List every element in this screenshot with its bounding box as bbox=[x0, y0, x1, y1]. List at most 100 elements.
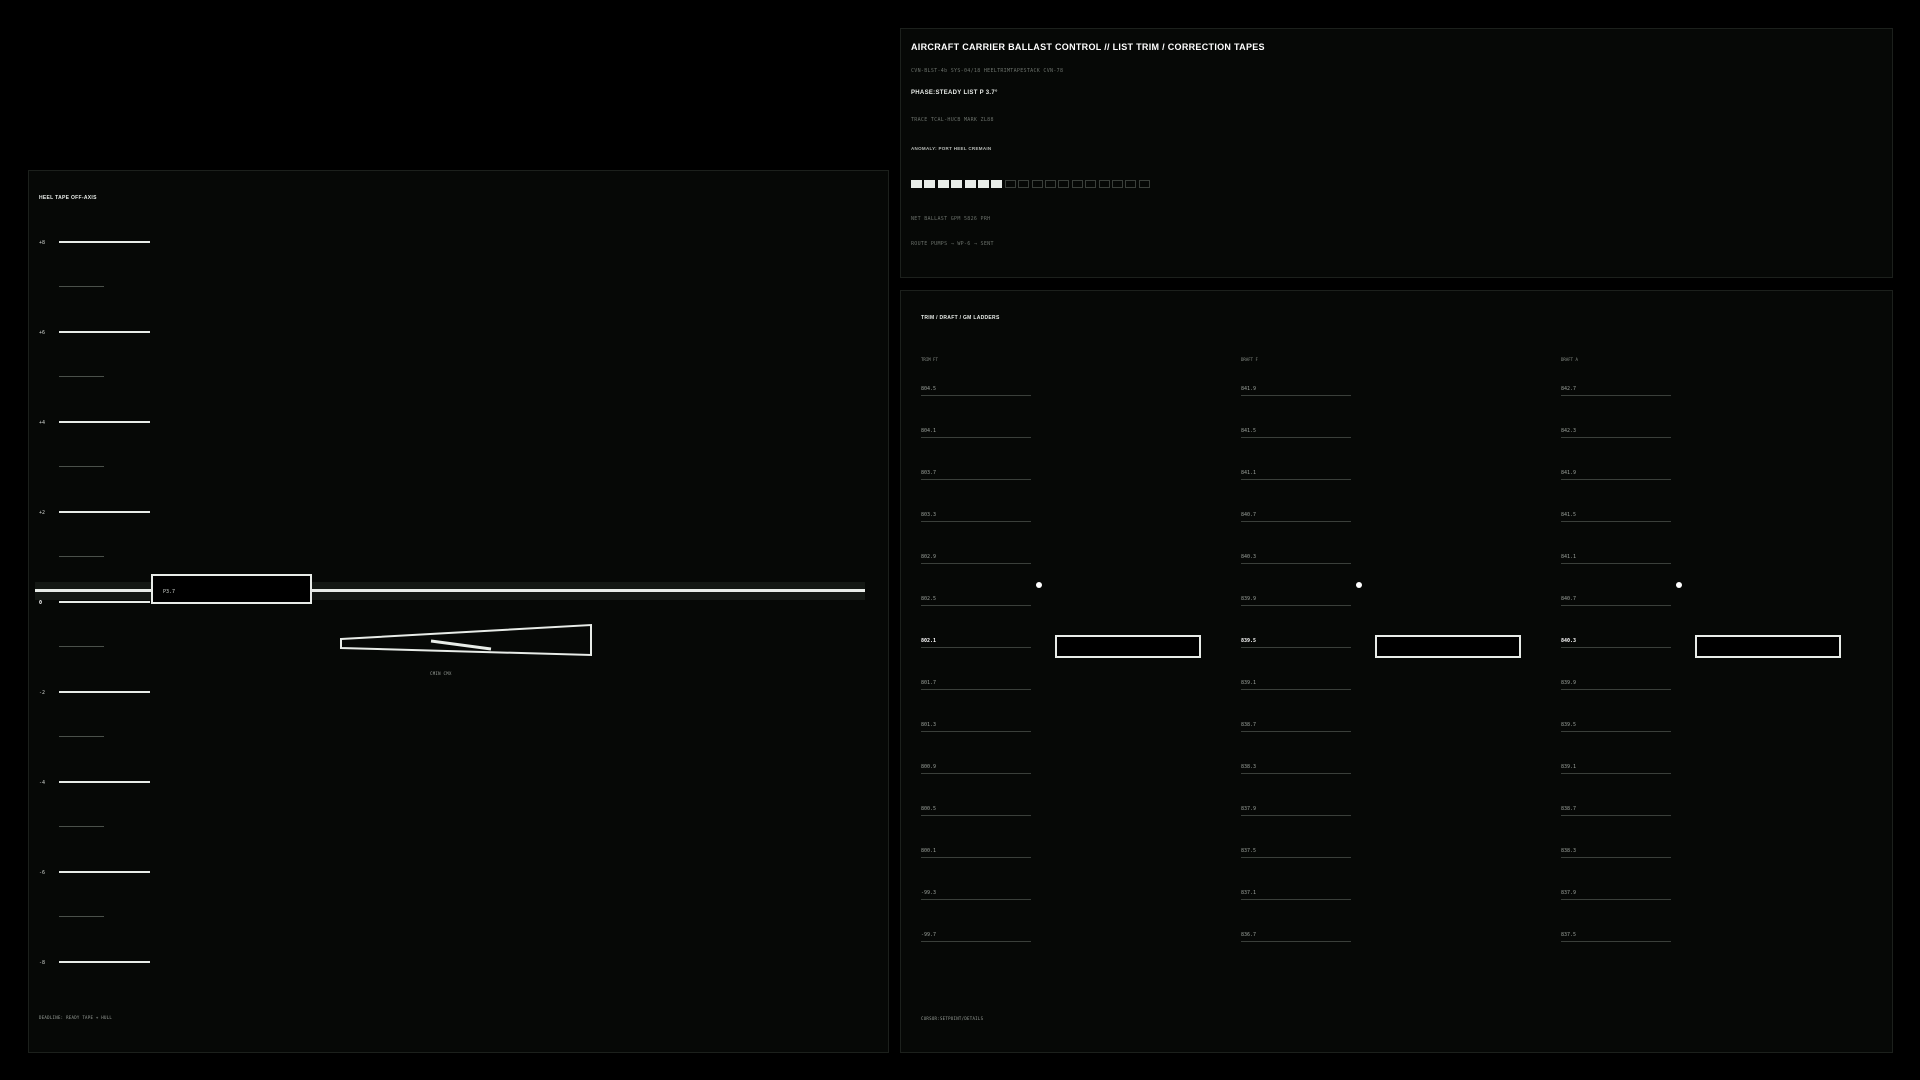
ladder-rung-value: 803.3 bbox=[921, 512, 937, 518]
heel-readout-box: P3.7 bbox=[151, 574, 312, 604]
heel-tape-panel: HEEL TAPE OFF-AXIS +8 +6 +4 +2 0 -2 -4 -6 -8 P3.… bbox=[28, 170, 889, 1053]
anomaly-segment bbox=[951, 180, 963, 188]
ladder-rung[interactable]: 839.5 bbox=[1561, 715, 1671, 732]
ladder-rung[interactable]: 840.3 bbox=[1561, 631, 1671, 648]
heel-major-tick bbox=[59, 961, 150, 963]
ladder-rung-value: 840.7 bbox=[1241, 512, 1257, 518]
ladder-rung[interactable]: -99.7 bbox=[921, 925, 1031, 942]
ladder-rung-value: 842.7 bbox=[1561, 386, 1577, 392]
ladder-rung-value: -99.7 bbox=[921, 932, 937, 938]
anomaly-segment bbox=[991, 180, 1003, 188]
heel-major-tick bbox=[59, 691, 150, 693]
ladder-rung[interactable]: 803.3 bbox=[921, 505, 1031, 522]
ladder-rung-value: 840.3 bbox=[1241, 554, 1257, 560]
anomaly-segment bbox=[1125, 180, 1137, 188]
meta-line: CVN-BLST-4b SYS-04/18 HEELTRIMTAPESTACK … bbox=[911, 68, 1064, 74]
heel-major-tick bbox=[59, 421, 150, 423]
ladder-setpoint-box[interactable] bbox=[1375, 635, 1521, 658]
anomaly-segment bbox=[1071, 180, 1083, 188]
heel-minor-tick bbox=[59, 286, 104, 287]
ladder-rung[interactable]: 802.5 bbox=[921, 589, 1031, 606]
ladder-rung[interactable]: 802.1 bbox=[921, 631, 1031, 648]
ladder-rung-value: 837.1 bbox=[1241, 890, 1257, 896]
ladder-rung[interactable]: 836.7 bbox=[1241, 925, 1351, 942]
ladder-rung[interactable]: 841.9 bbox=[1561, 463, 1671, 480]
heel-minor-tick bbox=[59, 376, 104, 377]
ladder-rung[interactable]: 802.9 bbox=[921, 547, 1031, 564]
ladder-rung-value: 841.1 bbox=[1241, 470, 1257, 476]
ladder-rung-value: 801.7 bbox=[921, 680, 937, 686]
ladder-rung[interactable]: 800.1 bbox=[921, 841, 1031, 858]
ladder-rung[interactable]: 837.5 bbox=[1561, 925, 1671, 942]
anomaly-segment bbox=[1098, 180, 1110, 188]
ladder-rung[interactable]: 804.1 bbox=[921, 421, 1031, 438]
heel-readout: P3.7 bbox=[163, 589, 176, 595]
ladder-rung-value: 802.1 bbox=[921, 638, 937, 644]
ladder-rung[interactable]: 838.7 bbox=[1241, 715, 1351, 732]
ladder-rung-value: 838.3 bbox=[1561, 848, 1577, 854]
ladder-rung[interactable]: 804.5 bbox=[921, 379, 1031, 396]
ladder-rung[interactable]: 841.5 bbox=[1241, 421, 1351, 438]
ladder-rung-value: 840.7 bbox=[1561, 596, 1577, 602]
ladder-rung-value: 803.7 bbox=[921, 470, 937, 476]
status-panel: AIRCRAFT CARRIER BALLAST CONTROL // LIST… bbox=[900, 28, 1893, 278]
ladder-rung[interactable]: 837.9 bbox=[1561, 883, 1671, 900]
heel-tick-label: +8 bbox=[39, 240, 46, 246]
ladder-rung-value: 837.5 bbox=[1241, 848, 1257, 854]
ladder-rung[interactable]: 841.9 bbox=[1241, 379, 1351, 396]
ladder-setpoint-box[interactable] bbox=[1695, 635, 1841, 658]
heel-minor-tick bbox=[59, 556, 104, 557]
ladder-rung-value: 841.5 bbox=[1561, 512, 1577, 518]
ladder-rung-value: 841.5 bbox=[1241, 428, 1257, 434]
ladder-rung[interactable]: 839.9 bbox=[1241, 589, 1351, 606]
heel-minor-tick bbox=[59, 466, 104, 467]
ladder-rung[interactable]: 842.3 bbox=[1561, 421, 1671, 438]
ladder-rung-value: 801.3 bbox=[921, 722, 937, 728]
ladder-rung[interactable]: 841.5 bbox=[1561, 505, 1671, 522]
ladder-rung[interactable]: 841.1 bbox=[1561, 547, 1671, 564]
ladder-rung-value: 800.1 bbox=[921, 848, 937, 854]
ladder-rung[interactable]: 839.1 bbox=[1561, 757, 1671, 774]
ladder-rung[interactable]: 837.9 bbox=[1241, 799, 1351, 816]
ladder-rung[interactable]: 842.7 bbox=[1561, 379, 1671, 396]
anomaly-segment bbox=[1031, 180, 1043, 188]
ladder-rung[interactable]: 839.1 bbox=[1241, 673, 1351, 690]
ladder-rung[interactable]: 837.1 bbox=[1241, 883, 1351, 900]
ladder-rung[interactable]: 800.9 bbox=[921, 757, 1031, 774]
ladder-setpoint-box[interactable] bbox=[1055, 635, 1201, 658]
ladder-rung[interactable]: 803.7 bbox=[921, 463, 1031, 480]
ladder-rung[interactable]: 841.1 bbox=[1241, 463, 1351, 480]
ladder-rung[interactable]: 800.5 bbox=[921, 799, 1031, 816]
heel-tick-label: -8 bbox=[39, 960, 46, 966]
ladder-rung-value: 804.1 bbox=[921, 428, 937, 434]
ladder-rung-value: -99.3 bbox=[921, 890, 937, 896]
anomaly-label: ANOMALY: PORT HEEL CREMAIN bbox=[911, 146, 992, 151]
ladder-rung[interactable]: 838.3 bbox=[1241, 757, 1351, 774]
ladder-rung[interactable]: 801.3 bbox=[921, 715, 1031, 732]
ladder-rung[interactable]: 839.5 bbox=[1241, 631, 1351, 648]
heel-tick-label: -4 bbox=[39, 780, 46, 786]
ladder-rung-value: 839.5 bbox=[1561, 722, 1577, 728]
ladder-rung[interactable]: 840.7 bbox=[1241, 505, 1351, 522]
ladder-rung-value: 800.5 bbox=[921, 806, 937, 812]
heel-major-tick bbox=[59, 511, 150, 513]
ladder-rung[interactable]: 838.3 bbox=[1561, 841, 1671, 858]
heel-minor-tick bbox=[59, 736, 104, 737]
ladder-rung-value: 800.9 bbox=[921, 764, 937, 770]
ladder-rung[interactable]: 837.5 bbox=[1241, 841, 1351, 858]
anomaly-segment bbox=[1112, 180, 1123, 188]
trace-line: TRACE TCAL-HUCB MARK ZL88 bbox=[911, 117, 994, 123]
ladder-rung[interactable]: 839.9 bbox=[1561, 673, 1671, 690]
ladder-cursor-dot bbox=[1036, 582, 1042, 588]
ladder-rung[interactable]: 840.7 bbox=[1561, 589, 1671, 606]
heel-needle bbox=[430, 639, 492, 651]
ladder-rung[interactable]: 840.3 bbox=[1241, 547, 1351, 564]
heel-footer: DEADLINE: READY TAPE + HULL bbox=[39, 1015, 113, 1020]
ladder-rung-value: 837.9 bbox=[1561, 890, 1577, 896]
ladder-rung-value: 838.7 bbox=[1241, 722, 1257, 728]
ladder-rung-value: 804.5 bbox=[921, 386, 937, 392]
ladder-rung-value: 802.5 bbox=[921, 596, 937, 602]
ladder-rung[interactable]: 838.7 bbox=[1561, 799, 1671, 816]
ladder-rung[interactable]: -99.3 bbox=[921, 883, 1031, 900]
ladder-rung[interactable]: 801.7 bbox=[921, 673, 1031, 690]
